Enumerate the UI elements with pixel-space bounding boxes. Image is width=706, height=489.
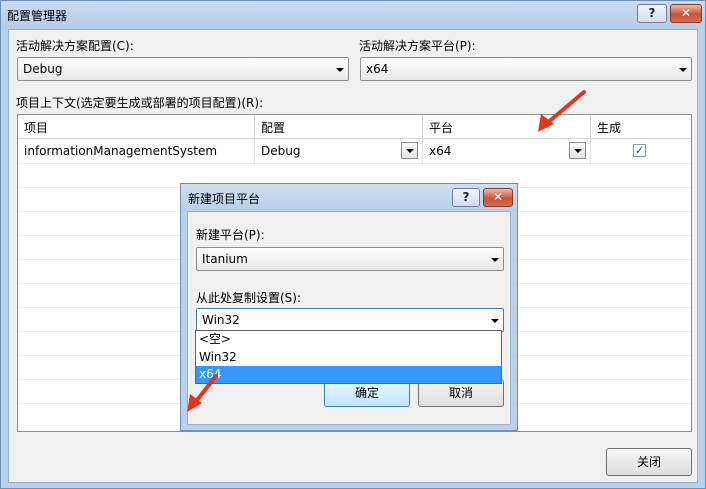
cell-project[interactable]: informationManagementSystem — [18, 139, 255, 163]
option-win32[interactable]: Win32 — [196, 349, 501, 366]
cell-config[interactable]: Debug — [255, 139, 423, 163]
platform-dropdown-button[interactable] — [569, 142, 586, 159]
active-platform-label: 活动解决方案平台(P): — [359, 39, 476, 53]
window-title: 配置管理器 — [7, 9, 68, 23]
chevron-down-icon — [336, 68, 344, 72]
dialog-title-bar: 新建项目平台 ? ✕ — [181, 184, 517, 211]
chevron-down-icon — [491, 258, 499, 262]
project-grid-label: 项目上下文(选定要生成或部署的项目配置)(R): — [16, 96, 264, 110]
build-checkbox[interactable]: ✓ — [633, 144, 646, 157]
copy-from-label: 从此处复制设置(S): — [196, 291, 302, 305]
close-icon[interactable]: ✕ — [670, 4, 702, 23]
active-platform-value: x64 — [366, 62, 389, 76]
new-platform-value: Itanium — [202, 252, 248, 266]
active-platform-combo[interactable]: x64 — [360, 57, 692, 81]
chevron-down-icon — [574, 149, 582, 153]
column-header-build[interactable]: 生成 — [591, 115, 691, 139]
active-config-value: Debug — [23, 62, 63, 76]
dialog-title: 新建项目平台 — [188, 192, 261, 206]
column-header-config[interactable]: 配置 — [255, 115, 423, 139]
annotation-arrow-icon — [187, 374, 218, 412]
copy-from-value: Win32 — [202, 313, 240, 327]
close-icon[interactable]: ✕ — [483, 188, 513, 207]
new-platform-dialog: 新建项目平台 ? ✕ 新建平台(P): Itanium 从此处复制设置(S): … — [180, 183, 518, 431]
close-button[interactable]: 关闭 — [606, 448, 692, 476]
annotation-arrow-icon — [538, 90, 586, 132]
new-platform-label: 新建平台(P): — [196, 228, 265, 242]
help-button[interactable]: ? — [637, 4, 667, 23]
active-config-combo[interactable]: Debug — [17, 57, 349, 81]
new-platform-combo[interactable]: Itanium — [196, 247, 504, 271]
option-x64[interactable]: x64 — [196, 366, 501, 383]
copy-from-dropdown-list: <空> Win32 x64 — [195, 330, 502, 384]
chevron-down-icon — [406, 149, 414, 153]
dialog-help-button[interactable]: ? — [452, 188, 480, 207]
copy-from-combo[interactable]: Win32 — [196, 308, 504, 332]
title-bar: 配置管理器 ? ✕ — [1, 1, 705, 29]
cell-build: ✓ — [591, 139, 691, 163]
column-header-project[interactable]: 项目 — [18, 115, 255, 139]
config-dropdown-button[interactable] — [401, 142, 418, 159]
chevron-down-icon — [679, 68, 687, 72]
dialog-client: 新建平台(P): Itanium 从此处复制设置(S): Win32 确定 取消 — [187, 211, 511, 425]
active-config-label: 活动解决方案配置(C): — [16, 39, 134, 53]
chevron-down-icon — [491, 319, 499, 323]
cell-platform[interactable]: x64 — [423, 139, 591, 163]
option-empty[interactable]: <空> — [196, 331, 501, 348]
